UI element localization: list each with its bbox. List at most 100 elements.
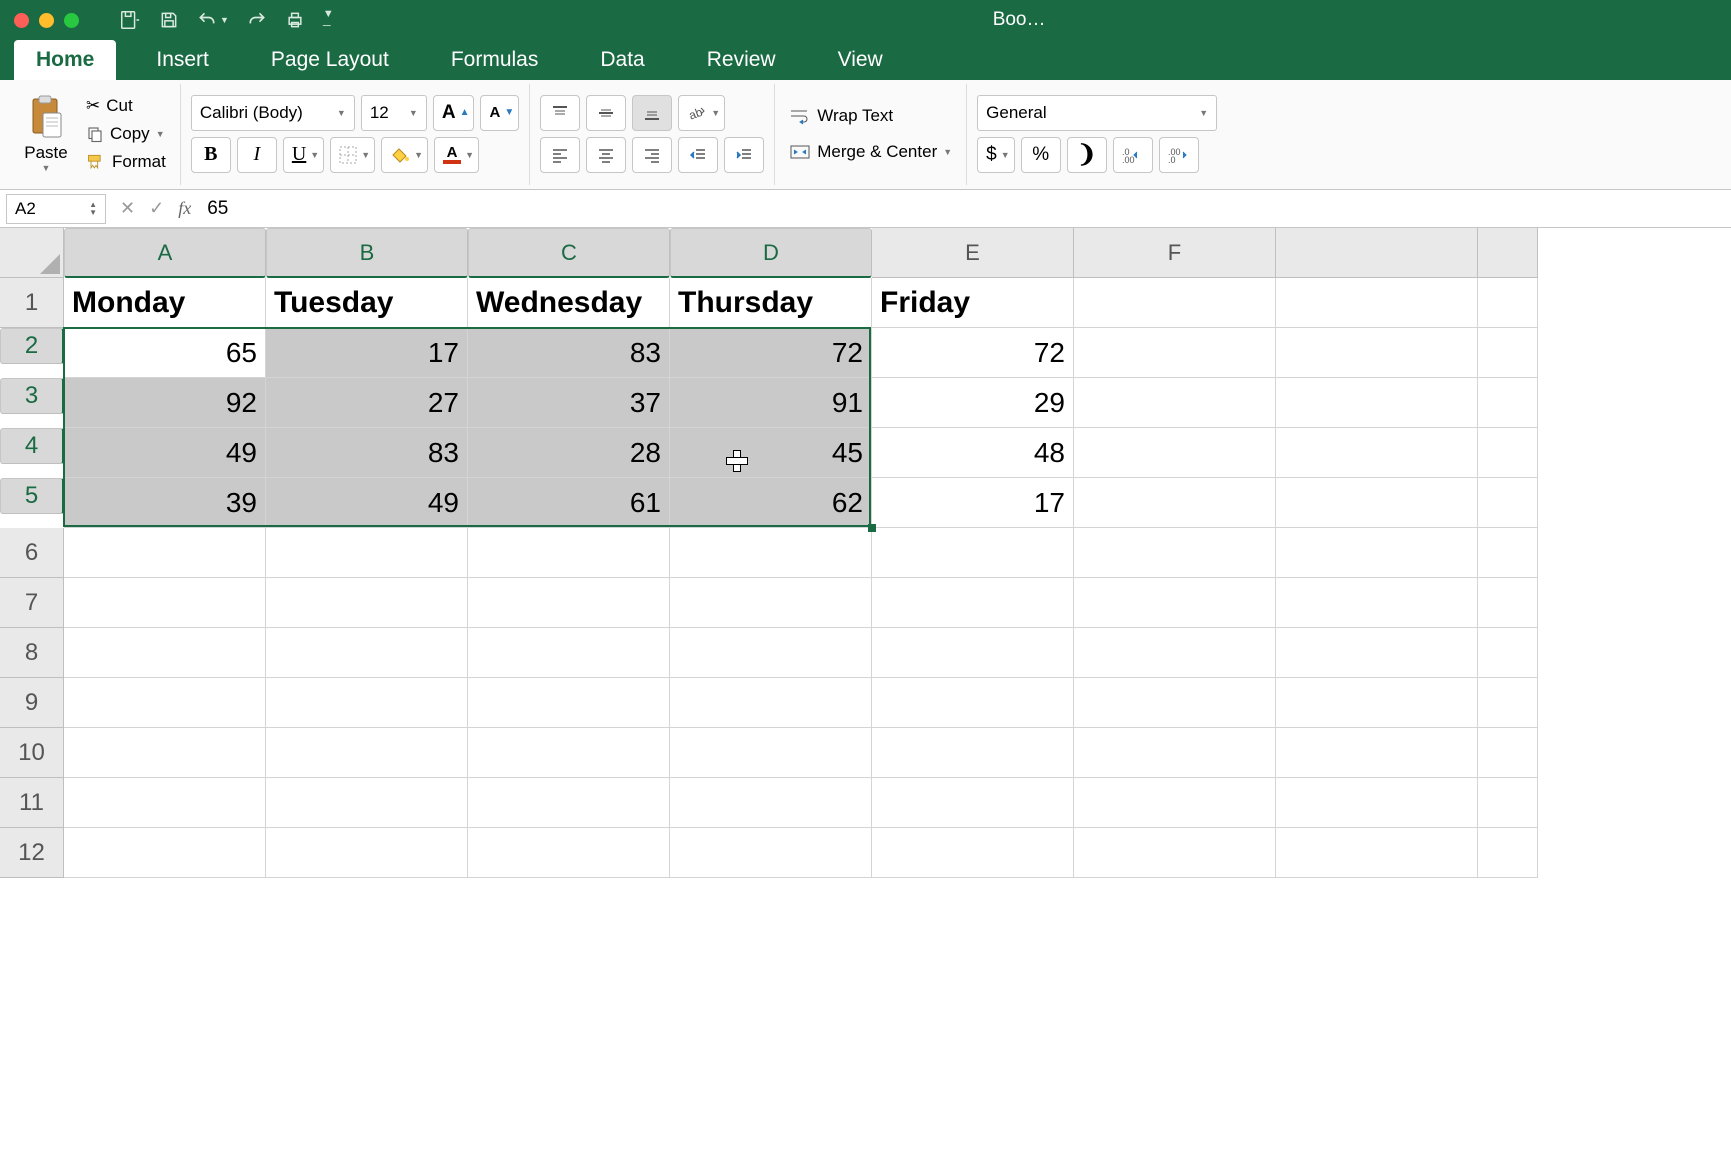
zoom-window-button[interactable]: [64, 13, 79, 28]
cell-E12[interactable]: [872, 828, 1074, 878]
cell-D6[interactable]: [670, 528, 872, 578]
col-header-B[interactable]: B: [266, 228, 468, 278]
cell-blank[interactable]: [1478, 378, 1538, 428]
tab-insert[interactable]: Insert: [134, 40, 231, 80]
cell-C4[interactable]: 28: [468, 428, 670, 478]
increase-decimal-button[interactable]: .0.00: [1113, 137, 1153, 173]
cell-A9[interactable]: [64, 678, 266, 728]
cell-E11[interactable]: [872, 778, 1074, 828]
cell-B1[interactable]: Tuesday: [266, 278, 468, 328]
cell-B6[interactable]: [266, 528, 468, 578]
cell-F6[interactable]: [1074, 528, 1276, 578]
cell-F10[interactable]: [1074, 728, 1276, 778]
cell-blank[interactable]: [1478, 828, 1538, 878]
cell-blank[interactable]: [1478, 478, 1538, 528]
cell-C3[interactable]: 37: [468, 378, 670, 428]
cell-A10[interactable]: [64, 728, 266, 778]
col-header-F[interactable]: F: [1074, 228, 1276, 278]
cell-D10[interactable]: [670, 728, 872, 778]
cell-blank[interactable]: [1478, 628, 1538, 678]
paste-button[interactable]: Paste ▼: [18, 95, 74, 173]
confirm-formula-button[interactable]: ✓: [149, 198, 164, 219]
decrease-indent-button[interactable]: [678, 137, 718, 173]
cell-blank[interactable]: [1276, 478, 1478, 528]
cell-F9[interactable]: [1074, 678, 1276, 728]
row-header-11[interactable]: 11: [0, 778, 64, 828]
cell-D5[interactable]: 62: [670, 478, 872, 528]
cell-blank[interactable]: [1276, 328, 1478, 378]
tab-page-layout[interactable]: Page Layout: [249, 40, 411, 80]
number-format-select[interactable]: General▼: [977, 95, 1217, 131]
cell-F7[interactable]: [1074, 578, 1276, 628]
font-size-select[interactable]: 12▼: [361, 95, 427, 131]
cell-A4[interactable]: 49: [64, 428, 266, 478]
comma-style-button[interactable]: ❩: [1067, 137, 1107, 173]
cell-blank[interactable]: [1276, 628, 1478, 678]
format-painter-button[interactable]: Format: [82, 150, 170, 174]
cell-E4[interactable]: 48: [872, 428, 1074, 478]
cell-blank[interactable]: [1478, 278, 1538, 328]
tab-data[interactable]: Data: [578, 40, 666, 80]
cell-D12[interactable]: [670, 828, 872, 878]
cell-blank[interactable]: [1478, 528, 1538, 578]
cell-C1[interactable]: Wednesday: [468, 278, 670, 328]
cell-C8[interactable]: [468, 628, 670, 678]
cell-C7[interactable]: [468, 578, 670, 628]
cell-C12[interactable]: [468, 828, 670, 878]
tab-home[interactable]: Home: [14, 40, 116, 80]
cell-C9[interactable]: [468, 678, 670, 728]
tab-review[interactable]: Review: [685, 40, 798, 80]
cell-E7[interactable]: [872, 578, 1074, 628]
cell-B12[interactable]: [266, 828, 468, 878]
row-header-6[interactable]: 6: [0, 528, 64, 578]
cell-E10[interactable]: [872, 728, 1074, 778]
formula-input[interactable]: [201, 196, 1731, 222]
cell-D3[interactable]: 91: [670, 378, 872, 428]
cell-E5[interactable]: 17: [872, 478, 1074, 528]
wrap-text-button[interactable]: Wrap Text: [785, 104, 956, 128]
name-box[interactable]: A2▲▼: [6, 194, 106, 224]
cell-D8[interactable]: [670, 628, 872, 678]
fx-icon[interactable]: fx: [178, 198, 191, 219]
tab-view[interactable]: View: [816, 40, 905, 80]
col-header-E[interactable]: E: [872, 228, 1074, 278]
col-header-C[interactable]: C: [468, 228, 670, 278]
row-header-8[interactable]: 8: [0, 628, 64, 678]
cell-blank[interactable]: [1478, 728, 1538, 778]
align-bottom-button[interactable]: [632, 95, 672, 131]
row-header-2[interactable]: 2: [0, 328, 64, 364]
spreadsheet-grid[interactable]: ABCDEF1MondayTuesdayWednesdayThursdayFri…: [0, 228, 1731, 878]
font-color-button[interactable]: A▼: [434, 137, 479, 173]
cell-A7[interactable]: [64, 578, 266, 628]
cell-D2[interactable]: 72: [670, 328, 872, 378]
cell-A6[interactable]: [64, 528, 266, 578]
cell-E8[interactable]: [872, 628, 1074, 678]
cell-A8[interactable]: [64, 628, 266, 678]
autosave-icon[interactable]: [119, 9, 141, 31]
cell-A3[interactable]: 92: [64, 378, 266, 428]
cell-C5[interactable]: 61: [468, 478, 670, 528]
cell-F11[interactable]: [1074, 778, 1276, 828]
redo-button[interactable]: [247, 10, 267, 30]
tab-formulas[interactable]: Formulas: [429, 40, 561, 80]
row-header-4[interactable]: 4: [0, 428, 64, 464]
cell-blank[interactable]: [1276, 578, 1478, 628]
row-header-9[interactable]: 9: [0, 678, 64, 728]
save-icon[interactable]: [159, 10, 179, 30]
cancel-formula-button[interactable]: ✕: [120, 198, 135, 219]
cell-A2[interactable]: 65: [64, 328, 266, 378]
col-header-D[interactable]: D: [670, 228, 872, 278]
cell-F1[interactable]: [1074, 278, 1276, 328]
cell-blank[interactable]: [1276, 528, 1478, 578]
percent-button[interactable]: %: [1021, 137, 1061, 173]
select-all-corner[interactable]: [0, 228, 64, 278]
cell-F2[interactable]: [1074, 328, 1276, 378]
cell-F8[interactable]: [1074, 628, 1276, 678]
cell-E3[interactable]: 29: [872, 378, 1074, 428]
cell-A5[interactable]: 39: [64, 478, 266, 528]
merge-center-button[interactable]: Merge & Center▼: [785, 140, 956, 164]
cell-blank[interactable]: [1276, 428, 1478, 478]
print-icon[interactable]: [285, 10, 305, 30]
cell-B7[interactable]: [266, 578, 468, 628]
copy-button[interactable]: Copy▼: [82, 122, 170, 146]
